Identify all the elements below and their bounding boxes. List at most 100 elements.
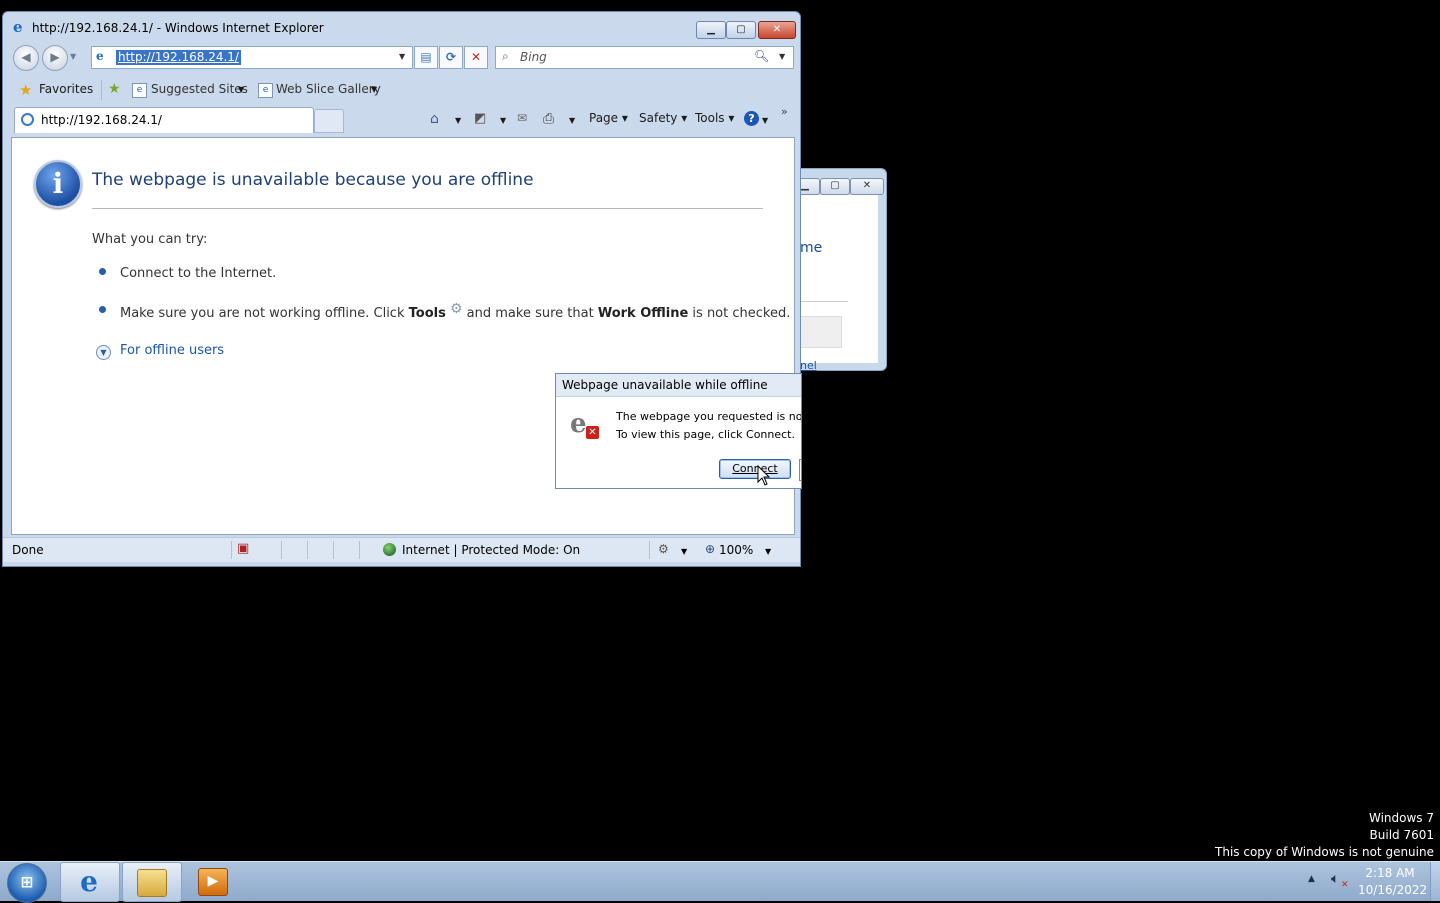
- close-button[interactable]: ✕: [850, 178, 884, 195]
- watermark-line: Windows 7: [1368, 811, 1434, 825]
- chevron-down-icon[interactable]: ▼: [765, 547, 771, 556]
- offline-users-link[interactable]: For offline users: [120, 343, 224, 358]
- favorites-button[interactable]: Favorites: [39, 82, 93, 96]
- search-input[interactable]: Bing: [520, 50, 547, 64]
- zoom-level[interactable]: 100%: [719, 543, 753, 557]
- tab-title: http://192.168.24.1/: [41, 113, 162, 127]
- media-player-icon: ▶: [198, 868, 228, 896]
- compatibility-view-button[interactable]: ▤: [414, 46, 438, 69]
- taskbar: ⊞ e ▶ ▲ 🔈︎ ✕ 2:18 AM 10/16/2022: [0, 861, 1440, 903]
- help-icon[interactable]: ?: [744, 111, 759, 126]
- forward-button[interactable]: ▶: [42, 45, 68, 71]
- bullet-icon: [99, 306, 106, 313]
- background-window: ▁ ▢ ✕ me nel: [790, 168, 887, 372]
- status-text: Done: [12, 543, 44, 557]
- mail-icon[interactable]: ✉: [517, 111, 527, 125]
- minimize-button[interactable]: ▁: [696, 21, 726, 39]
- forward-arrow-icon: ▶: [50, 50, 60, 64]
- chevron-down-icon[interactable]: ▼: [681, 547, 687, 556]
- maximize-button[interactable]: ▢: [820, 178, 850, 195]
- watermark-line: Build 7601: [1369, 828, 1434, 842]
- more-commands-icon[interactable]: »: [781, 105, 788, 118]
- tools-menu[interactable]: Tools ▾: [695, 111, 734, 125]
- address-dropdown-icon[interactable]: ▼: [399, 52, 405, 61]
- zoom-icon[interactable]: ⊕: [705, 542, 715, 556]
- stop-button[interactable]: ✕: [464, 46, 488, 69]
- recent-pages-dropdown[interactable]: ▼: [70, 52, 76, 61]
- maximize-button[interactable]: ▢: [726, 21, 756, 39]
- add-to-favorites-bar-icon[interactable]: ★: [108, 81, 121, 97]
- dialog-title-bar[interactable]: Webpage unavailable while offline: [556, 374, 801, 397]
- browser-tab[interactable]: http://192.168.24.1/: [14, 107, 314, 133]
- suggestion-item: Connect to the Internet.: [120, 266, 277, 281]
- error-icon[interactable]: ▣: [237, 541, 249, 556]
- expand-chevron-icon[interactable]: ▼: [96, 345, 111, 360]
- show-desktop-button[interactable]: [1430, 862, 1440, 901]
- dialog-button-edge[interactable]: [799, 459, 801, 481]
- favorites-bar: ★ Favorites ★ e Suggested Sites ▼ e Web …: [11, 78, 796, 102]
- search-provider-icon: ⌕: [502, 49, 509, 63]
- divider: [307, 541, 308, 559]
- divider: [101, 80, 102, 100]
- status-bar: Done ▣ Internet | Protected Mode: On ⚙ ▼…: [3, 537, 800, 562]
- internet-explorer-icon: e: [80, 865, 98, 898]
- folder-icon: [137, 869, 167, 897]
- divider: [92, 208, 763, 209]
- page-menu[interactable]: Page ▾: [589, 111, 628, 125]
- show-hidden-icons-icon[interactable]: ▲: [1308, 874, 1315, 884]
- chevron-down-icon[interactable]: ▼: [762, 116, 768, 125]
- background-window-box: [800, 316, 842, 348]
- mouse-cursor-icon: [757, 465, 771, 486]
- page-icon: e: [96, 49, 104, 63]
- chevron-down-icon[interactable]: ▼: [455, 116, 461, 125]
- clock-date[interactable]: 10/16/2022: [1358, 883, 1427, 897]
- globe-icon: [383, 543, 396, 556]
- connect-button[interactable]: Connect: [719, 459, 791, 479]
- home-icon[interactable]: ⌂: [430, 111, 439, 127]
- divider: [333, 541, 334, 559]
- muted-icon: ✕: [1341, 880, 1349, 890]
- volume-icon[interactable]: 🔈︎: [1331, 871, 1339, 887]
- security-zone[interactable]: Internet | Protected Mode: On: [402, 543, 580, 557]
- web-slice-gallery-link[interactable]: Web Slice Gallery: [276, 82, 381, 96]
- protected-mode-icon[interactable]: ⚙: [658, 542, 669, 556]
- chevron-down-icon[interactable]: ▼: [371, 85, 377, 94]
- loading-icon: [21, 113, 34, 126]
- title-bar[interactable]: e http://192.168.24.1/ - Windows Interne…: [3, 12, 800, 42]
- background-window-link[interactable]: nel: [800, 359, 817, 372]
- search-options-dropdown[interactable]: ▼: [779, 52, 785, 61]
- start-button[interactable]: ⊞: [7, 863, 47, 903]
- taskbar-media-player[interactable]: ▶: [184, 862, 242, 900]
- back-button[interactable]: ◀: [13, 45, 39, 71]
- chevron-down-icon[interactable]: ▼: [500, 116, 506, 125]
- address-bar[interactable]: e http://192.168.24.1/ ▼: [91, 46, 413, 69]
- print-icon[interactable]: ⎙: [543, 111, 554, 127]
- divider: [649, 541, 650, 559]
- dialog-title: Webpage unavailable while offline: [562, 378, 768, 392]
- page-icon: e: [132, 83, 147, 98]
- refresh-icon: ⟳: [445, 50, 457, 64]
- offline-error-icon: e ✕: [570, 410, 599, 440]
- taskbar-windows-explorer[interactable]: [122, 862, 182, 902]
- feeds-icon[interactable]: ◩: [474, 111, 486, 126]
- search-icon[interactable]: 🔍︎: [754, 49, 769, 63]
- clock-time[interactable]: 2:18 AM: [1360, 866, 1420, 880]
- close-button[interactable]: ✕: [758, 21, 796, 39]
- back-arrow-icon: ◀: [21, 50, 31, 64]
- chevron-down-icon[interactable]: ▼: [238, 85, 244, 94]
- new-tab-button[interactable]: [314, 109, 344, 133]
- search-box[interactable]: ⌕ Bing 🔍︎ ▼: [495, 46, 794, 69]
- address-input[interactable]: http://192.168.24.1/: [116, 50, 241, 65]
- taskbar-internet-explorer[interactable]: e: [60, 862, 120, 902]
- stop-icon: ✕: [470, 50, 482, 64]
- chevron-down-icon[interactable]: ▼: [569, 116, 575, 125]
- suggested-sites-link[interactable]: Suggested Sites: [151, 82, 248, 96]
- favorites-star-icon: ★: [19, 81, 33, 99]
- safety-menu[interactable]: Safety ▾: [639, 111, 687, 125]
- internet-explorer-icon: e: [13, 18, 23, 36]
- windows-watermark: Windows 7 Build 7601 This copy of Window…: [1215, 810, 1434, 861]
- suggestion-item: Make sure you are not working offline. C…: [120, 301, 791, 321]
- background-window-text: me: [800, 240, 823, 256]
- background-window-content: me nel: [798, 195, 878, 372]
- refresh-button[interactable]: ⟳: [439, 46, 463, 69]
